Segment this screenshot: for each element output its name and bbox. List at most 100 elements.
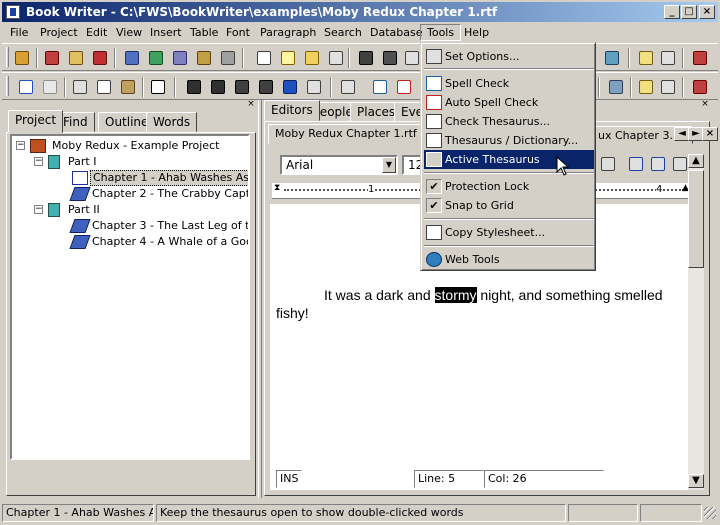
book-view-button[interactable]: [690, 77, 710, 97]
tree-item-chapter2[interactable]: Chapter 2 - The Crabby Captain: [69, 186, 248, 202]
tree-expander[interactable]: −: [34, 205, 43, 214]
toolbar-grip[interactable]: [6, 47, 9, 67]
document-text[interactable]: It was a dark and stormy night, and some…: [276, 286, 676, 322]
find-next-button[interactable]: [208, 77, 228, 97]
tree-expander[interactable]: −: [16, 141, 25, 150]
font-size-combo[interactable]: 12: [402, 155, 423, 175]
menu-thesaurus-dictionary[interactable]: Thesaurus / Dictionary...: [424, 131, 594, 150]
menu-spell-check[interactable]: Spell Check: [424, 74, 594, 93]
menu-paragraph[interactable]: Paragraph: [254, 24, 322, 41]
print-preview-button[interactable]: [658, 48, 678, 68]
tree-item-chapter3[interactable]: Chapter 3 - The Last Leg of the Tri: [69, 218, 248, 234]
doc-tab-chapter1[interactable]: Moby Redux Chapter 1.rtf: [268, 124, 424, 144]
tree-item-part2[interactable]: − Part II: [34, 202, 244, 218]
menu-font[interactable]: Font: [220, 24, 256, 41]
menu-insert[interactable]: Insert: [144, 24, 188, 41]
page-setup-button[interactable]: [636, 77, 656, 97]
find-button[interactable]: [184, 77, 204, 97]
menu-search[interactable]: Search: [318, 24, 368, 41]
scroll-down-button[interactable]: ▼: [688, 474, 704, 488]
save-all-button[interactable]: [380, 48, 400, 68]
menu-copy-stylesheet[interactable]: Copy Stylesheet...: [424, 223, 594, 242]
move-down-button[interactable]: [218, 48, 238, 68]
options-toolbar-button[interactable]: [338, 77, 358, 97]
menu-protection-lock[interactable]: ✔ Protection Lock: [424, 177, 594, 196]
copy-button[interactable]: [94, 77, 114, 97]
new-project-button[interactable]: [12, 48, 32, 68]
add-item-button[interactable]: [170, 48, 190, 68]
doc-close-button[interactable]: ×: [702, 127, 718, 141]
font-name-combo[interactable]: Arial ▼: [280, 155, 398, 175]
numbered-list-button[interactable]: [626, 154, 646, 174]
export-project-button[interactable]: [90, 48, 110, 68]
scrollbar-thumb[interactable]: [688, 170, 704, 268]
new-from-template-button[interactable]: [278, 48, 298, 68]
font-dropdown-icon[interactable]: ▼: [382, 157, 396, 173]
tab-project[interactable]: Project: [8, 110, 64, 133]
menu-web-tools[interactable]: Web Tools: [424, 250, 594, 269]
add-chapter-button[interactable]: [122, 48, 142, 68]
auto-spell-toolbar-button[interactable]: [394, 77, 414, 97]
title-bar[interactable]: Book Writer - C:\FWS\BookWriter\examples…: [2, 2, 718, 22]
toolbar-grip[interactable]: [6, 76, 9, 96]
menu-database[interactable]: Database: [364, 24, 429, 41]
books-icon: [45, 51, 59, 65]
menu-check-thesaurus[interactable]: Check Thesaurus...: [424, 112, 594, 131]
zoom-button[interactable]: [658, 77, 678, 97]
goto-button[interactable]: [256, 77, 276, 97]
indent-button[interactable]: [670, 154, 690, 174]
menu-project[interactable]: Project: [34, 24, 84, 41]
ruler-indent-marker[interactable]: ⧗: [274, 183, 280, 193]
cut-button[interactable]: [70, 77, 90, 97]
resize-grip-icon[interactable]: [704, 507, 716, 519]
menu-table[interactable]: Table: [184, 24, 224, 41]
export-doc-button[interactable]: [602, 48, 622, 68]
replace-button[interactable]: [232, 77, 252, 97]
menu-help[interactable]: Help: [458, 24, 495, 41]
delete-button[interactable]: [148, 77, 168, 97]
bullet-list-button[interactable]: [648, 154, 668, 174]
paste-button[interactable]: [118, 77, 138, 97]
insert-field-button[interactable]: [304, 77, 324, 97]
undo-button[interactable]: [16, 77, 36, 97]
menu-tools[interactable]: Tools: [420, 24, 462, 41]
document-export-button[interactable]: [606, 77, 626, 97]
spell-check-toolbar-button[interactable]: [370, 77, 390, 97]
edit-doc-button[interactable]: [402, 48, 422, 68]
scroll-up-button[interactable]: ▲: [688, 154, 704, 168]
pane-close-icon[interactable]: ×: [246, 100, 256, 110]
redo-button[interactable]: [40, 77, 60, 97]
add-section-button[interactable]: [146, 48, 166, 68]
app-icon[interactable]: [6, 5, 20, 19]
project-tree[interactable]: − Moby Redux - Example Project − Part I …: [10, 134, 250, 460]
justify-button[interactable]: [598, 154, 618, 174]
tab-editors[interactable]: Editors: [264, 100, 320, 121]
menu-file[interactable]: File: [4, 24, 34, 41]
maximize-button[interactable]: □: [681, 5, 697, 19]
menu-view[interactable]: View: [110, 24, 148, 41]
open-project-button[interactable]: [42, 48, 62, 68]
doc-properties-button[interactable]: [326, 48, 346, 68]
menu-auto-spell-check[interactable]: Auto Spell Check: [424, 93, 594, 112]
help-button[interactable]: [690, 48, 710, 68]
close-button[interactable]: ×: [699, 5, 715, 19]
tree-item-part1[interactable]: − Part I: [34, 154, 244, 170]
tree-item-project[interactable]: − Moby Redux - Example Project: [16, 138, 246, 154]
menu-snap-to-grid[interactable]: ✔ Snap to Grid: [424, 196, 594, 215]
tree-item-chapter4[interactable]: Chapter 4 - A Whale of a Good Tin: [69, 234, 248, 250]
tree-expander[interactable]: −: [34, 157, 43, 166]
menu-edit[interactable]: Edit: [80, 24, 113, 41]
minimize-button[interactable]: _: [664, 5, 680, 19]
new-doc-button[interactable]: [254, 48, 274, 68]
menu-set-options[interactable]: Set Options...: [424, 47, 594, 66]
preview-button[interactable]: [636, 48, 656, 68]
bookmark-button[interactable]: [280, 77, 300, 97]
move-up-button[interactable]: [194, 48, 214, 68]
tree-item-chapter1[interactable]: Chapter 1 - Ahab Washes Ashore: [70, 170, 248, 186]
open-doc-button[interactable]: [302, 48, 322, 68]
tab-words[interactable]: Words: [146, 112, 198, 132]
pane-close-icon[interactable]: ×: [700, 100, 710, 110]
print-project-button[interactable]: [66, 48, 86, 68]
vertical-scrollbar[interactable]: ▲ ▼: [688, 154, 704, 490]
save-button[interactable]: [356, 48, 376, 68]
